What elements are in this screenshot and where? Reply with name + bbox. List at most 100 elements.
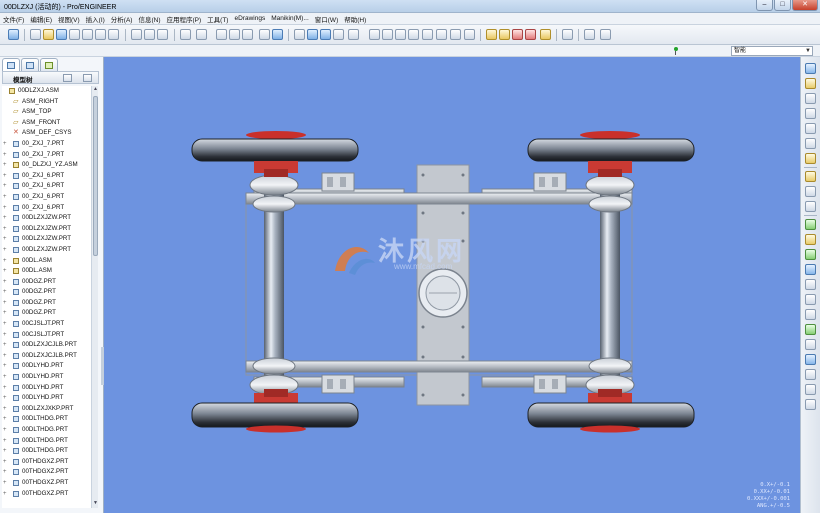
revolve-icon[interactable]: [805, 384, 816, 395]
menu-applications[interactable]: 应用程序(P): [167, 14, 202, 24]
tree-item[interactable]: +00DGZ.PRT: [2, 308, 91, 319]
tree-item[interactable]: +00DGZ.PRT: [2, 277, 91, 288]
layers-icon[interactable]: [450, 29, 461, 40]
tree-item[interactable]: ▱ ASM_RIGHT: [2, 97, 91, 108]
menu-info[interactable]: 信息(N): [138, 14, 160, 24]
tree-item[interactable]: +00DLZXJCJLB.PRT: [2, 340, 91, 351]
expand-icon[interactable]: +: [3, 383, 8, 394]
undo-icon[interactable]: [180, 29, 191, 40]
menu-help[interactable]: 帮助(H): [344, 14, 366, 24]
tree-item[interactable]: +00DLTHDG.PRT: [2, 446, 91, 457]
expand-icon[interactable]: +: [3, 213, 8, 224]
expand-icon[interactable]: +: [3, 139, 8, 150]
expand-icon[interactable]: +: [3, 224, 8, 235]
close-button[interactable]: ✕: [792, 0, 818, 11]
menu-analysis[interactable]: 分析(A): [111, 14, 133, 24]
expand-icon[interactable]: +: [3, 457, 8, 468]
tile-windows-icon[interactable]: [584, 29, 595, 40]
expand-icon[interactable]: +: [3, 266, 8, 277]
tree-item[interactable]: +00_ZXJ_6.PRT: [2, 181, 91, 192]
expand-icon[interactable]: +: [3, 425, 8, 436]
expand-icon[interactable]: +: [3, 436, 8, 447]
tree-item[interactable]: +00THDGXZ.PRT: [2, 457, 91, 468]
tree-item[interactable]: +00DGZ.PRT: [2, 287, 91, 298]
model-display-icon[interactable]: [562, 29, 573, 40]
menu-insert[interactable]: 插入(I): [86, 14, 105, 24]
menu-edrawings[interactable]: eDrawings: [234, 15, 265, 22]
regenerate-icon[interactable]: [259, 29, 270, 40]
menu-manikin[interactable]: Manikin(M)...: [271, 15, 309, 22]
expand-icon[interactable]: +: [3, 372, 8, 383]
print-icon[interactable]: [82, 29, 93, 40]
tree-item[interactable]: +00DLZXJCJLB.PRT: [2, 351, 91, 362]
tree-item[interactable]: +00DLZXJZW.PRT: [2, 245, 91, 256]
tab-model-tree[interactable]: [2, 58, 20, 71]
paste-icon[interactable]: [229, 29, 240, 40]
draft-icon[interactable]: [805, 324, 816, 335]
copy-icon[interactable]: [216, 29, 227, 40]
expand-icon[interactable]: +: [3, 351, 8, 362]
saved-views-icon[interactable]: [436, 29, 447, 40]
tab-favorites[interactable]: [40, 58, 58, 71]
tree-item[interactable]: +00_DLZXJ_YZ.ASM: [2, 160, 91, 171]
coordinate-system-icon[interactable]: [805, 138, 816, 149]
spin-center-icon[interactable]: [320, 29, 331, 40]
tree-item[interactable]: +00DLTHDG.PRT: [2, 425, 91, 436]
tree-item[interactable]: +00DLTHDG.PRT: [2, 436, 91, 447]
context-help-icon[interactable]: [8, 29, 19, 40]
save-copy-icon[interactable]: [69, 29, 80, 40]
datum-planes-icon[interactable]: [486, 29, 497, 40]
tree-item[interactable]: +00DL.ASM: [2, 266, 91, 277]
rib-icon[interactable]: [805, 354, 816, 365]
tree-item[interactable]: +00CJSLJT.PRT: [2, 319, 91, 330]
tab-folder-browser[interactable]: [21, 58, 39, 71]
analysis-icon[interactable]: [805, 153, 816, 164]
menu-tools[interactable]: 工具(T): [207, 14, 228, 24]
send-email-icon[interactable]: [95, 29, 106, 40]
expand-icon[interactable]: +: [3, 245, 8, 256]
repaint-icon[interactable]: [307, 29, 318, 40]
maximize-button[interactable]: □: [774, 0, 791, 11]
sketch-tool-icon[interactable]: [805, 171, 816, 182]
zoom-out-icon[interactable]: [395, 29, 406, 40]
copy-feature-icon[interactable]: [805, 201, 816, 212]
tree-item[interactable]: +00_ZXJ_6.PRT: [2, 203, 91, 214]
expand-icon[interactable]: +: [3, 256, 8, 267]
tree-item[interactable]: +00_ZXJ_6.PRT: [2, 171, 91, 182]
expand-icon[interactable]: +: [3, 287, 8, 298]
expand-icon[interactable]: +: [3, 361, 8, 372]
minimize-button[interactable]: –: [756, 0, 773, 11]
edit-curve-icon[interactable]: [805, 186, 816, 197]
expand-icon[interactable]: +: [3, 160, 8, 171]
tree-item[interactable]: +00THDGXZ.PRT: [2, 467, 91, 478]
expand-icon[interactable]: +: [3, 150, 8, 161]
tree-item[interactable]: +00DLZXJZW.PRT: [2, 213, 91, 224]
tree-scrollbar[interactable]: ▲ ▼: [91, 86, 98, 508]
scroll-down-icon[interactable]: ▼: [92, 500, 99, 508]
extrude-icon[interactable]: [805, 369, 816, 380]
datum-plane-icon[interactable]: [805, 78, 816, 89]
tree-item[interactable]: +00CJSLJT.PRT: [2, 330, 91, 341]
expand-icon[interactable]: +: [3, 446, 8, 457]
menu-file[interactable]: 文件(F): [3, 14, 24, 24]
expand-icon[interactable]: +: [3, 171, 8, 182]
paste-special-icon[interactable]: [242, 29, 253, 40]
tree-item[interactable]: ▱ ASM_TOP: [2, 107, 91, 118]
close-window-icon[interactable]: [157, 29, 168, 40]
menu-edit[interactable]: 编辑(E): [30, 14, 52, 24]
tree-item[interactable]: +00DL.ASM: [2, 256, 91, 267]
shell-icon[interactable]: [805, 339, 816, 350]
menu-view[interactable]: 视图(V): [58, 14, 80, 24]
datum-point-icon[interactable]: [805, 123, 816, 134]
tree-item[interactable]: +00_ZXJ_6.PRT: [2, 192, 91, 203]
expand-icon[interactable]: +: [3, 489, 8, 500]
expand-icon[interactable]: +: [3, 234, 8, 245]
coordinate-systems-icon[interactable]: [525, 29, 536, 40]
orient-mode-icon[interactable]: [333, 29, 344, 40]
annotations-icon[interactable]: [540, 29, 551, 40]
window-icon[interactable]: [131, 29, 142, 40]
tree-item[interactable]: +00_ZXJ_7.PRT: [2, 150, 91, 161]
expand-icon[interactable]: +: [3, 203, 8, 214]
activate-window-icon[interactable]: [144, 29, 155, 40]
assemble-icon[interactable]: [805, 219, 816, 230]
